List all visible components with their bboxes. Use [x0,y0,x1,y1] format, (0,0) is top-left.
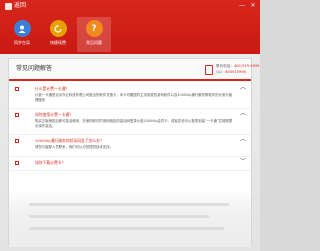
nav-sync-button[interactable]: 同步在局 [5,17,39,52]
user-icon [13,20,31,37]
back-label[interactable]: 返回 [14,1,26,11]
contact-phone-label: 联系电话： [216,64,234,68]
faq-bullet-icon [15,139,19,143]
placeholder-line [29,203,229,206]
app-logo-icon [5,3,12,10]
nav-faq-label: 常见问题 [86,40,102,45]
faq-bullet-icon [15,113,19,117]
faq-item[interactable]: 如何下载计费卡？ ﹀ [9,157,251,171]
faq-question[interactable]: 1000Vip通行服务的验证码丢了怎么办？ [35,138,104,143]
faq-item[interactable]: 1000Vip通行服务的验证码丢了怎么办？ 请您与客服人员联系，我们可以为您提供… [9,135,251,157]
question-icon: ? [85,20,103,37]
placeholder-line [29,215,209,218]
title-bar: 返回 — ✕ 同步在局 快捷续费 ? 常见问题 [0,0,260,54]
chevron-up-icon[interactable]: ︿ [240,137,246,143]
nav-sync-label: 同步在局 [14,40,30,45]
faq-item[interactable]: 如何使用计费一卡通？ 购买正版授权后即可激活使用，在使用软件时请用相应的激活码登… [9,109,251,135]
faq-item[interactable]: 什么是计费一卡通？ 计费一卡通是北京亦云科技有限公司推出的软件充值卡，本卡可赠国… [9,83,251,109]
nav-renew-button[interactable]: 快捷续费 [41,17,75,52]
faq-answer: 计费一卡通是北京亦云科技有限公司推出的软件充值卡，本卡可赠国内主流收费的游戏软件… [35,93,233,102]
faq-answer: 请您与客服人员联系，我们可以为您提供技术支持， [35,145,113,149]
contact-qq-label: QQ： [216,70,226,74]
phone-icon [205,65,213,75]
loading-overlay [9,189,251,247]
contact-phone: 联系电话：400-919-9999 [216,64,259,69]
chevron-down-icon[interactable]: ﹀ [240,159,246,165]
placeholder-line [29,227,224,230]
panel-title: 常见问题解答 [16,65,53,72]
chevron-up-icon[interactable]: ︿ [240,111,246,117]
faq-question[interactable]: 如何使用计费一卡通？ [35,112,73,117]
faq-question[interactable]: 如何下载计费卡？ [35,160,65,165]
chevron-up-icon[interactable]: ︿ [240,85,246,91]
refresh-icon [49,20,67,37]
contact-phone-value: 400-919-9999 [233,64,260,68]
nav-renew-label: 快捷续费 [50,40,66,45]
faq-question[interactable]: 什么是计费一卡通？ [35,86,69,91]
faq-panel-header: 常见问题解答 联系电话：400-919-9999 QQ：800015998 [9,59,259,81]
faq-list: 什么是计费一卡通？ 计费一卡通是北京亦云科技有限公司推出的软件充值卡，本卡可赠国… [9,83,251,171]
minimize-button[interactable]: — [238,2,246,9]
contact-qq: QQ：800015998 [216,70,246,75]
app-window: 返回 — ✕ 同步在局 快捷续费 ? 常见问题 常见问题解答 联系电话：400-… [0,0,260,251]
faq-panel: 常见问题解答 联系电话：400-919-9999 QQ：800015998 什么… [8,58,259,247]
faq-bullet-icon [15,87,19,91]
faq-answer: 购买正版授权后即可激活使用，在使用软件时请用相应的激活码登录计费1000Vip会… [35,119,233,128]
faq-bullet-icon [15,161,19,165]
nav-faq-button[interactable]: ? 常见问题 [77,17,111,52]
close-button[interactable]: ✕ [249,2,257,9]
contact-qq-value: 800015998 [225,70,246,74]
